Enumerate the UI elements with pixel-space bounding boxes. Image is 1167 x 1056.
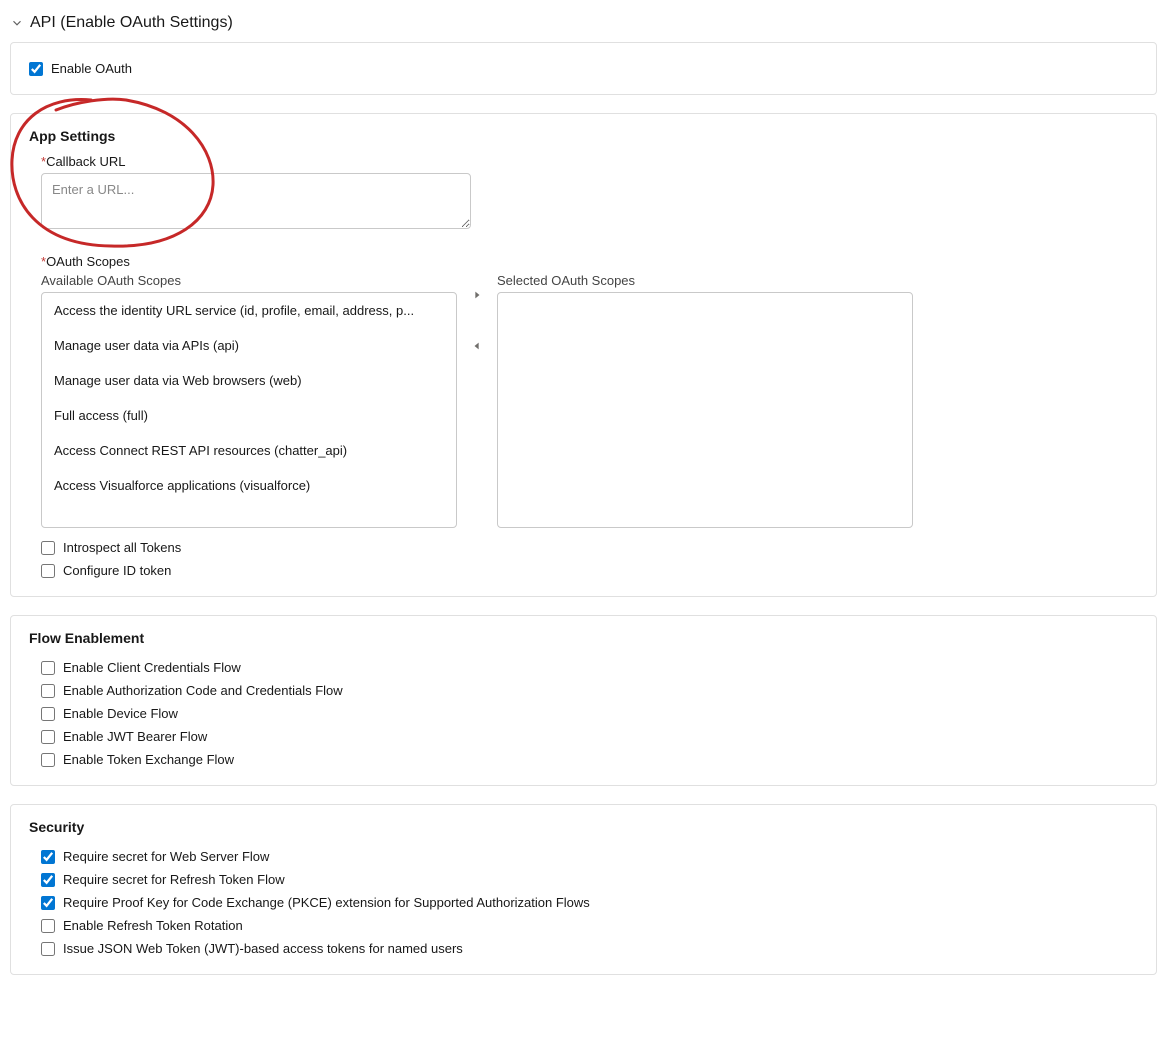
flow-checkbox[interactable]: [41, 707, 55, 721]
selected-scopes-label: Selected OAuth Scopes: [497, 273, 913, 288]
available-scopes-label: Available OAuth Scopes: [41, 273, 457, 288]
scope-item[interactable]: Manage user data via Web browsers (web): [42, 363, 456, 398]
scope-item[interactable]: Manage user data via APIs (api): [42, 328, 456, 363]
callback-url-label: *Callback URL: [41, 154, 1138, 169]
enable-oauth-card: Enable OAuth: [10, 42, 1157, 95]
configure-id-token-label: Configure ID token: [63, 563, 171, 578]
scope-item[interactable]: Full access (full): [42, 398, 456, 433]
security-card: Security Require secret for Web Server F…: [10, 804, 1157, 975]
security-label: Require Proof Key for Code Exchange (PKC…: [63, 895, 590, 910]
move-right-button[interactable]: [469, 287, 485, 303]
oauth-scopes-label: *OAuth Scopes: [41, 254, 1138, 269]
section-title: API (Enable OAuth Settings): [30, 14, 233, 32]
security-checkbox[interactable]: [41, 896, 55, 910]
security-label: Issue JSON Web Token (JWT)-based access …: [63, 941, 463, 956]
flow-label: Enable Token Exchange Flow: [63, 752, 234, 767]
introspect-all-tokens-label: Introspect all Tokens: [63, 540, 181, 555]
configure-id-token-checkbox[interactable]: [41, 564, 55, 578]
enable-oauth-checkbox[interactable]: [29, 62, 43, 76]
app-settings-title: App Settings: [29, 128, 1138, 144]
flow-label: Enable Device Flow: [63, 706, 178, 721]
available-scopes-listbox[interactable]: Access the identity URL service (id, pro…: [41, 292, 457, 528]
flow-label: Enable Client Credentials Flow: [63, 660, 241, 675]
scope-item[interactable]: Access Visualforce applications (visualf…: [42, 468, 456, 503]
security-label: Require secret for Refresh Token Flow: [63, 872, 285, 887]
selected-scopes-listbox[interactable]: [497, 292, 913, 528]
security-checkbox[interactable]: [41, 850, 55, 864]
flow-checkbox[interactable]: [41, 661, 55, 675]
security-title: Security: [29, 819, 1138, 835]
chevron-down-icon: [10, 16, 24, 30]
scope-item[interactable]: Access the identity URL service (id, pro…: [42, 293, 456, 328]
security-label: Require secret for Web Server Flow: [63, 849, 269, 864]
move-left-button[interactable]: [469, 338, 485, 354]
security-checkbox[interactable]: [41, 873, 55, 887]
flow-enablement-title: Flow Enablement: [29, 630, 1138, 646]
flow-enablement-card: Flow Enablement Enable Client Credential…: [10, 615, 1157, 786]
flow-checkbox[interactable]: [41, 753, 55, 767]
security-label: Enable Refresh Token Rotation: [63, 918, 243, 933]
security-checkbox[interactable]: [41, 942, 55, 956]
security-checkbox[interactable]: [41, 919, 55, 933]
flow-label: Enable JWT Bearer Flow: [63, 729, 207, 744]
app-settings-card: App Settings *Callback URL *OAuth Scopes…: [10, 113, 1157, 597]
flow-checkbox[interactable]: [41, 730, 55, 744]
enable-oauth-label: Enable OAuth: [51, 61, 132, 76]
flow-label: Enable Authorization Code and Credential…: [63, 683, 343, 698]
callback-url-input[interactable]: [41, 173, 471, 229]
introspect-all-tokens-checkbox[interactable]: [41, 541, 55, 555]
scope-item[interactable]: Access Connect REST API resources (chatt…: [42, 433, 456, 468]
section-header[interactable]: API (Enable OAuth Settings): [10, 10, 1157, 36]
flow-checkbox[interactable]: [41, 684, 55, 698]
